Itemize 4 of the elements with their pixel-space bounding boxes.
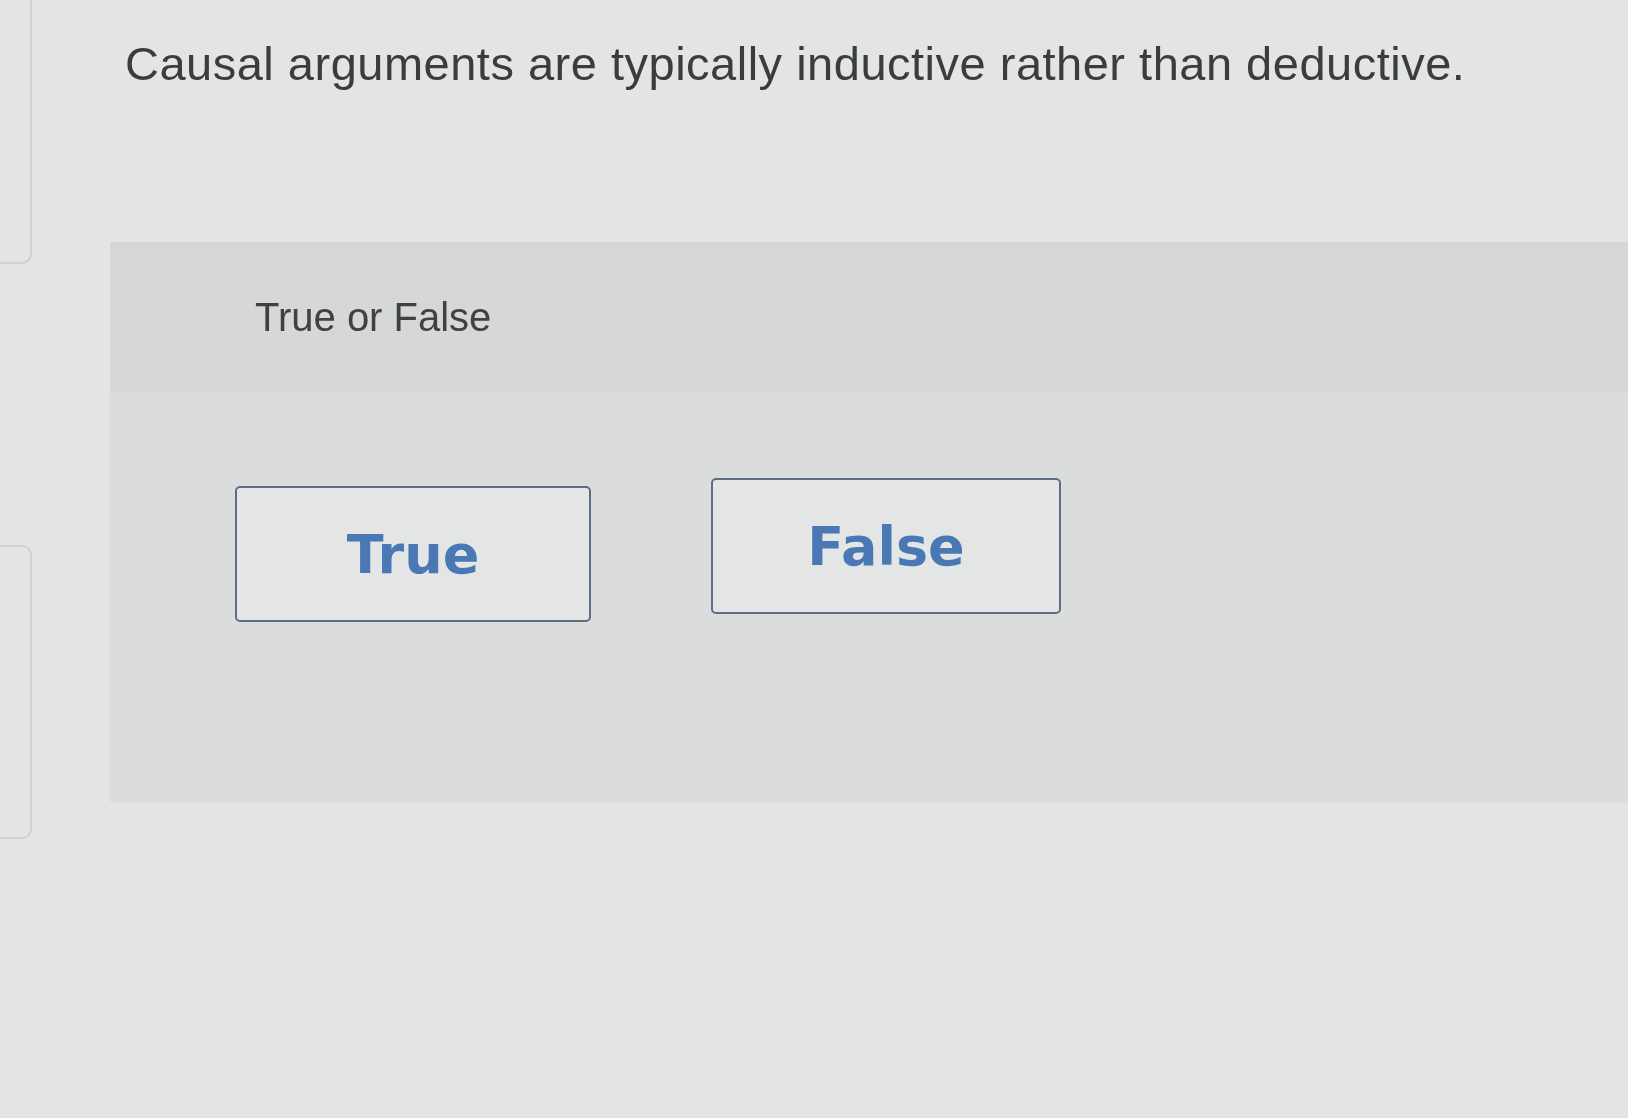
question-text: Causal arguments are typically inductive rather than deductive. (125, 36, 1466, 92)
answer-button[interactable]: True (235, 486, 591, 623)
prompt-text: True or False (255, 294, 492, 340)
answer-button[interactable]: False (711, 478, 1061, 615)
